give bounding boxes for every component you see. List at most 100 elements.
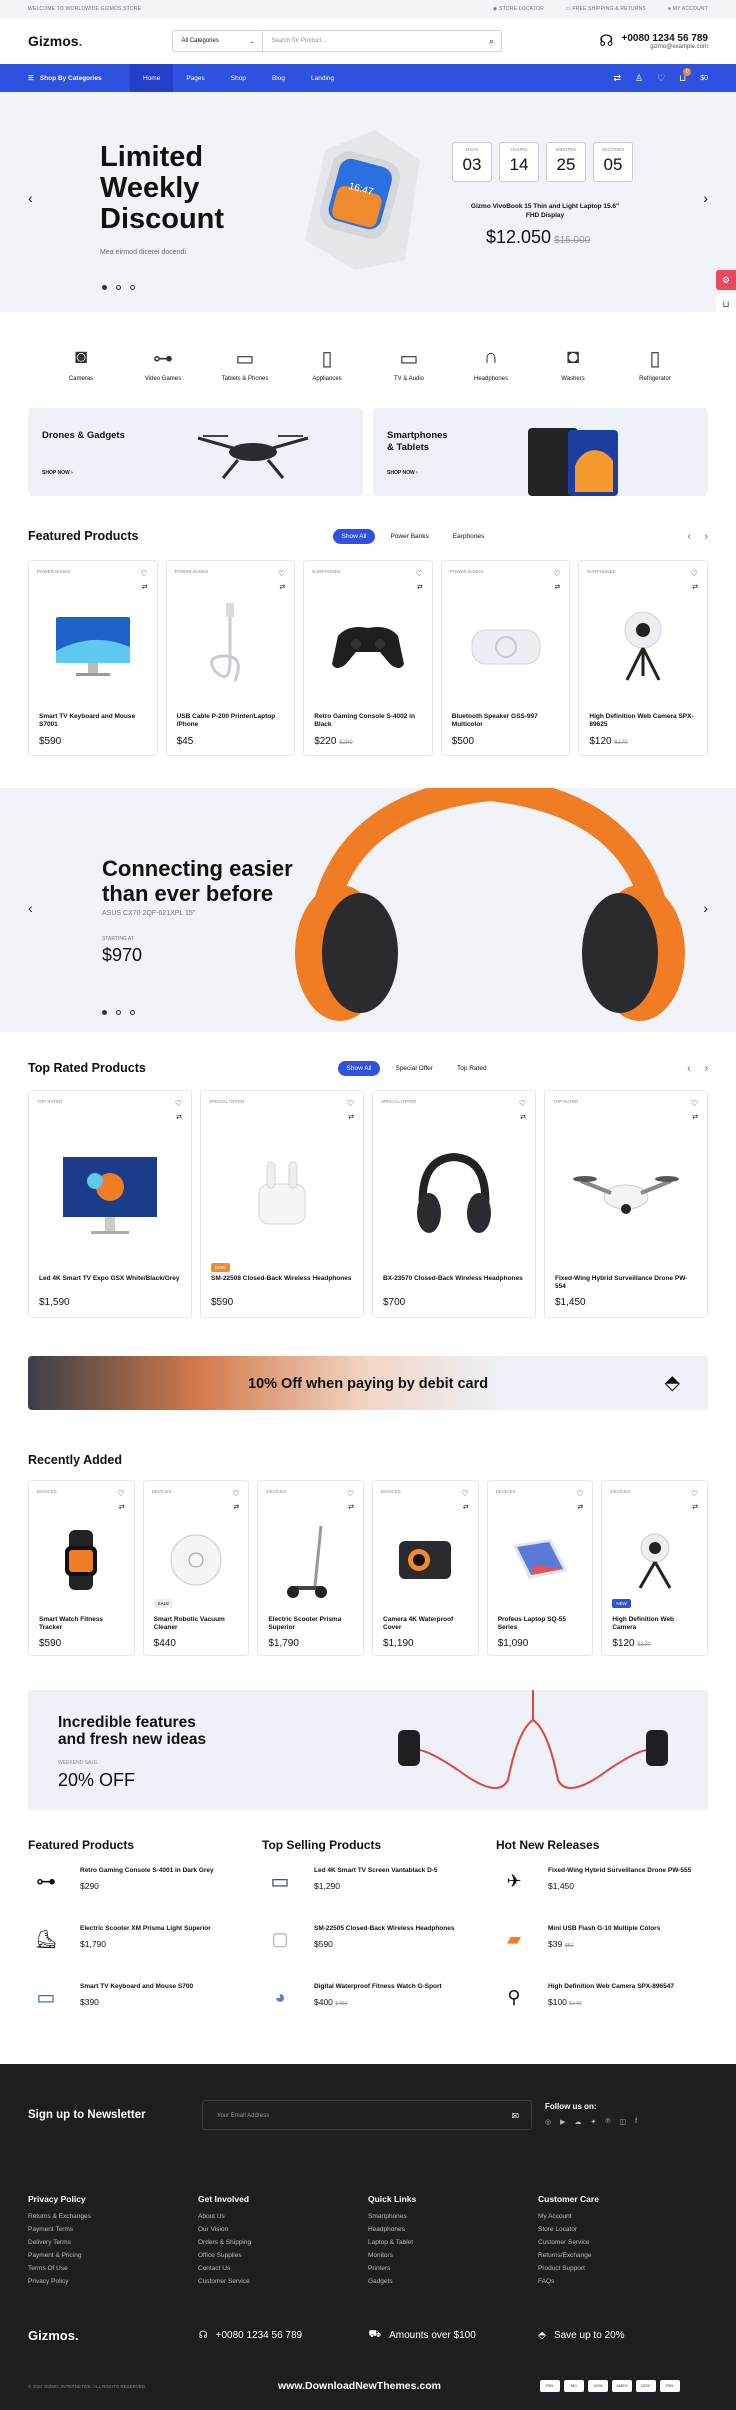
tab-earphones[interactable]: Earphones xyxy=(444,529,493,544)
dribbble-icon[interactable]: ◎ xyxy=(545,2118,551,2126)
product-card[interactable]: DEVICES ♡ ⇄ NEW High Definition Web Camer… xyxy=(601,1480,709,1656)
product-name[interactable]: Smart TV Keyboard and Mouse S7001 xyxy=(39,713,147,729)
hero-product-name[interactable]: Gizmo VivoBook 15 Thin and Light Laptop … xyxy=(470,202,620,220)
product-card[interactable]: DEVICES ♡ ⇄ Camera 4K Waterproof Cover $1… xyxy=(372,1480,479,1656)
heart-icon[interactable]: ♡ xyxy=(416,569,423,578)
category-cameras[interactable]: ◙ Cameras xyxy=(46,346,116,382)
settings-icon[interactable]: ⚙ xyxy=(716,270,736,290)
footer-link[interactable]: Monitors xyxy=(368,2252,538,2265)
cart-side-icon[interactable]: ⊔ xyxy=(716,294,736,314)
heart-icon[interactable]: ♡ xyxy=(347,1099,354,1108)
email[interactable]: gizmo@example.com xyxy=(622,44,708,50)
slider-dot[interactable] xyxy=(116,1010,121,1015)
tab-show-all[interactable]: Show All xyxy=(337,1060,381,1076)
product-card[interactable]: SPECIAL OFFER ♡ ⇄ NEW SM-22508 Closed-Bac… xyxy=(200,1090,364,1318)
compare-icon[interactable]: ⇄ xyxy=(692,1503,698,1511)
list-item[interactable]: ⚲ High Definition Web Camera SPX-896547 $1… xyxy=(496,1980,708,2038)
product-name[interactable]: Electric Scooter Prisma Superior xyxy=(268,1616,353,1632)
product-card[interactable]: EARPHONES ♡ ⇄ Retro Gaming Console S-4002… xyxy=(303,560,433,756)
list-item[interactable]: ▭ Smart TV Keyboard and Mouse S700 $390 xyxy=(28,1980,240,2038)
product-name[interactable]: Led 4K Smart TV Expo GSX White/Black/Gre… xyxy=(39,1275,181,1283)
footer-logo[interactable]: Gizmos. xyxy=(28,2328,199,2343)
twitter-icon[interactable]: ✦ xyxy=(591,2118,597,2126)
list-item[interactable]: ⛸ Electric Scooter XM Prisma Light Superi… xyxy=(28,1922,240,1980)
pinterest-icon[interactable]: ℗ xyxy=(605,2118,610,2126)
heart-icon[interactable]: ♡ xyxy=(232,1489,239,1498)
list-item[interactable]: ▰ Mini USB Flash G-10 Multiple Colors $39 … xyxy=(496,1922,708,1980)
footer-link[interactable]: Returns/Exchange xyxy=(538,2252,708,2265)
heart-icon[interactable]: ♡ xyxy=(657,73,665,84)
nav-shop[interactable]: Shop xyxy=(218,64,259,92)
nav-home[interactable]: Home xyxy=(130,64,174,92)
footer-link[interactable]: Printers xyxy=(368,2265,538,2278)
product-name[interactable]: Camera 4K Waterproof Cover xyxy=(383,1616,468,1632)
category-refrigerator[interactable]: ▯ Refrigerator xyxy=(620,346,690,382)
heart-icon[interactable]: ♡ xyxy=(691,1099,698,1108)
heart-icon[interactable]: ♡ xyxy=(576,1489,583,1498)
heart-icon[interactable]: ♡ xyxy=(278,569,285,578)
product-card[interactable]: TOP RATED ♡ ⇄ Led 4K Smart TV Expo GSX Wh… xyxy=(28,1090,192,1318)
slider-dot[interactable] xyxy=(130,1010,135,1015)
product-name[interactable]: Smart Watch Fitness Tracker xyxy=(39,1616,124,1632)
slider-dot[interactable] xyxy=(102,1010,107,1015)
product-name[interactable]: Fixed-Wing Hybrid Surveillance Drone PW-… xyxy=(555,1275,697,1291)
footer-link[interactable]: Payment Terms xyxy=(28,2226,198,2239)
product-name[interactable]: SM-22508 Closed-Back Wireless Headphones xyxy=(211,1275,353,1283)
nav-pages[interactable]: Pages xyxy=(173,64,217,92)
slider-dot[interactable] xyxy=(102,285,107,290)
promo-smartphones[interactable]: Smartphones & Tablets SHOP NOW › xyxy=(373,408,708,496)
shop-now-link[interactable]: SHOP NOW › xyxy=(387,470,418,476)
search-icon[interactable]: ⌕ xyxy=(481,36,501,47)
chevron-right-icon[interactable]: › xyxy=(705,531,708,542)
heart-icon[interactable]: ♡ xyxy=(519,1099,526,1108)
category-tv-audio[interactable]: ▭ TV & Audio xyxy=(374,346,444,382)
user-icon[interactable]: ♙ xyxy=(635,73,643,84)
footer-link[interactable]: Laptop & Tablet xyxy=(368,2239,538,2252)
chevron-right-icon[interactable]: › xyxy=(703,190,708,206)
compare-icon[interactable]: ⇄ xyxy=(142,583,148,591)
heart-icon[interactable]: ♡ xyxy=(175,1099,182,1108)
list-item[interactable]: ◕ Digital Waterproof Fitness Watch G-Spor… xyxy=(262,1980,474,2038)
heart-icon[interactable]: ♡ xyxy=(553,569,560,578)
compare-icon[interactable]: ⇄ xyxy=(692,583,698,591)
list-item[interactable]: ▢ SM-22505 Closed-Back Wireless Headphone… xyxy=(262,1922,474,1980)
compare-icon[interactable]: ⇄ xyxy=(692,1113,698,1121)
chevron-left-icon[interactable]: ‹ xyxy=(28,900,33,916)
promo-drones[interactable]: Drones & Gadgets SHOP NOW › xyxy=(28,408,363,496)
slider-dot[interactable] xyxy=(130,285,135,290)
chevron-left-icon[interactable]: ‹ xyxy=(687,1063,690,1074)
shop-by-categories-button[interactable]: ☰ Shop By Categories xyxy=(28,74,118,83)
footer-link[interactable]: Contact Us xyxy=(198,2265,368,2278)
product-name[interactable]: USB Cable P-200 Printer/Laptop /Phone xyxy=(177,713,285,729)
footer-link[interactable]: Headphones xyxy=(368,2226,538,2239)
category-headphones[interactable]: ∩ Headphones xyxy=(456,346,526,382)
product-card[interactable]: TOP RATED ♡ ⇄ Fixed-Wing Hybrid Surveilla… xyxy=(544,1090,708,1318)
product-card[interactable]: EARPHONES ♡ ⇄ High Definition Web Camera … xyxy=(578,560,708,756)
newsletter-email-input[interactable]: Your Email Address ✉ xyxy=(202,2100,532,2130)
product-name[interactable]: Bluetooth Speaker GSS-997 Multicolor xyxy=(452,713,560,729)
list-item[interactable]: ✈ Fixed-Wing Hybrid Surveillance Drone PW… xyxy=(496,1864,708,1922)
compare-icon[interactable]: ⇄ xyxy=(417,583,423,591)
compare-icon[interactable]: ⇄ xyxy=(119,1503,125,1511)
compare-icon[interactable]: ⇄ xyxy=(555,583,561,591)
chevron-left-icon[interactable]: ‹ xyxy=(28,190,33,206)
heart-icon[interactable]: ♡ xyxy=(691,569,698,578)
heart-icon[interactable]: ♡ xyxy=(118,1489,125,1498)
footer-link[interactable]: My Account xyxy=(538,2213,708,2226)
product-card[interactable]: SPECIAL OFFER ♡ ⇄ BX-23570 Closed-Back Wi… xyxy=(372,1090,536,1318)
footer-link[interactable]: Customer Service xyxy=(538,2239,708,2252)
footer-link[interactable]: About Us xyxy=(198,2213,368,2226)
slider-dot[interactable] xyxy=(116,285,121,290)
shop-now-link[interactable]: SHOP NOW › xyxy=(42,470,73,476)
cart-icon[interactable]: ⊔ 0 xyxy=(679,67,692,84)
footer-link[interactable]: Office Supplies xyxy=(198,2252,368,2265)
compare-icon[interactable]: ⇄ xyxy=(348,1503,354,1511)
footer-link[interactable]: Returns & Exchanges xyxy=(28,2213,198,2226)
youtube-icon[interactable]: ▶ xyxy=(560,2118,565,2126)
tab-special-offer[interactable]: Special Offer xyxy=(386,1061,441,1076)
category-washers[interactable]: ◘ Washers xyxy=(538,346,608,382)
footer-link[interactable]: Gadgets xyxy=(368,2278,538,2291)
footer-link[interactable]: Terms Of Use xyxy=(28,2265,198,2278)
heart-icon[interactable]: ♡ xyxy=(691,1489,698,1498)
chevron-right-icon[interactable]: › xyxy=(705,1063,708,1074)
